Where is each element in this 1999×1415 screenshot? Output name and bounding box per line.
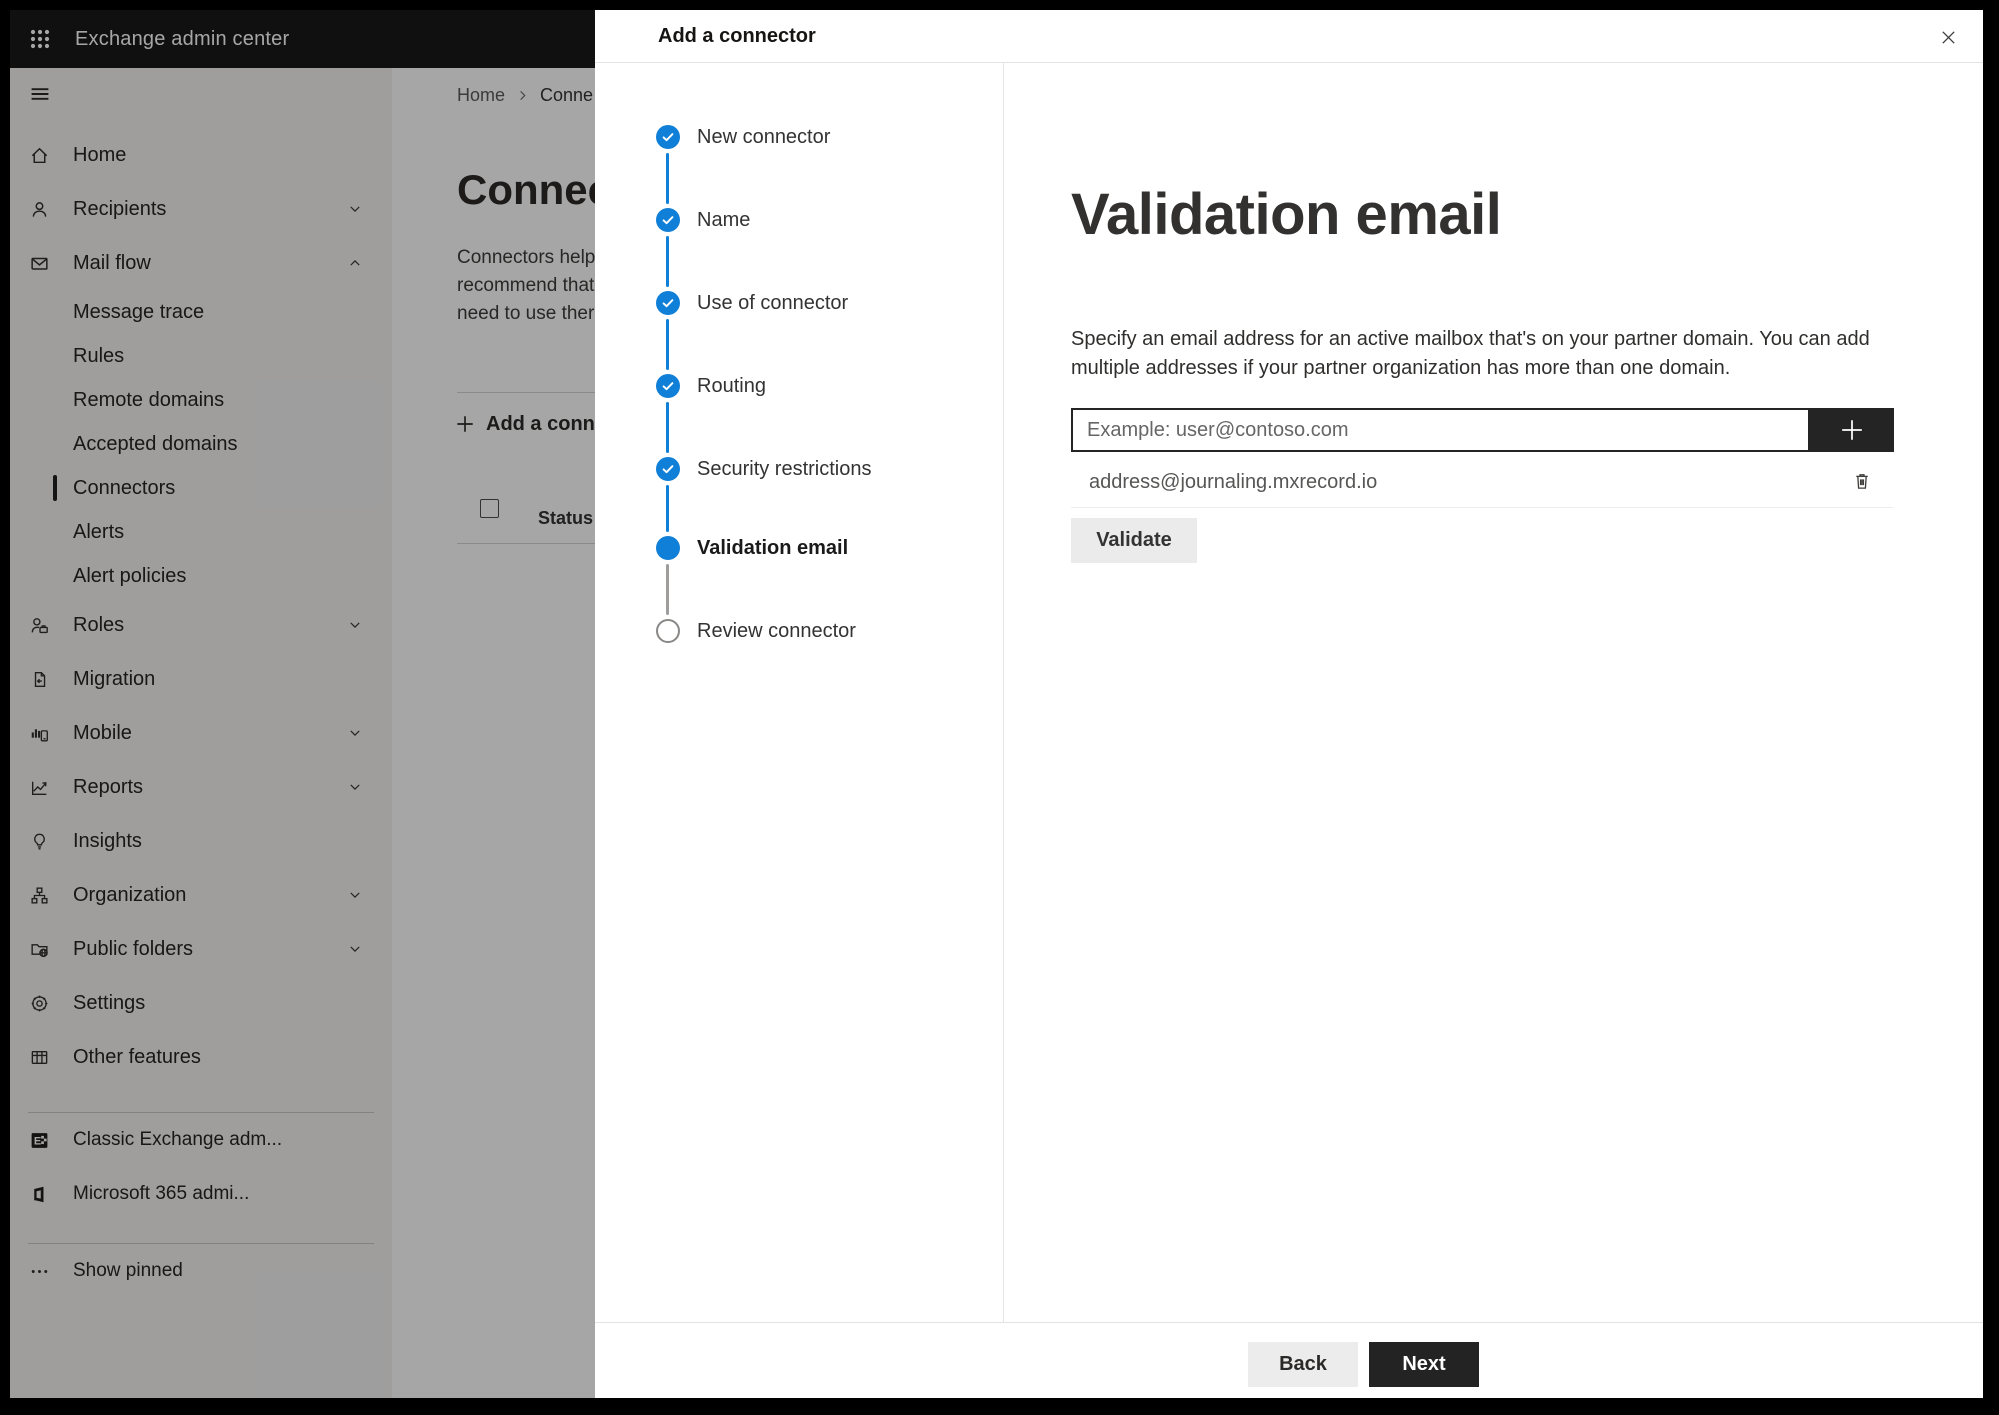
screenshot-root: Exchange admin center Home Recipients Ma… [0,0,1999,1415]
step-connector-line [666,564,669,615]
description-line: multiple addresses if your partner organ… [1071,357,1731,379]
step-complete-icon [656,208,680,232]
step-complete-icon [656,125,680,149]
step-new-connector[interactable]: New connector [697,124,830,150]
step-validation-email[interactable]: Validation email [697,535,848,561]
step-heading: Validation email [1071,182,1502,247]
check-icon [662,299,674,308]
step-complete-icon [656,457,680,481]
step-name[interactable]: Name [697,207,750,233]
wizard-step-content: Validation email Specify an email addres… [1005,63,1983,1322]
step-connector-line [666,485,669,532]
trash-icon [1856,474,1868,489]
step-current-icon [656,536,680,560]
email-address-input[interactable] [1071,408,1810,452]
panel-title: Add a connector [658,24,816,47]
step-review-connector[interactable]: Review connector [697,618,856,644]
panel-footer: Back Next [595,1322,1983,1398]
close-panel-button[interactable] [1935,24,1961,50]
add-connector-panel: Add a connector New connector Name Use o… [595,10,1983,1398]
next-button[interactable]: Next [1369,1342,1479,1387]
address-row-divider [1071,507,1893,508]
check-icon [662,465,674,474]
step-complete-icon [656,291,680,315]
step-connector-line [666,236,669,287]
check-icon [662,133,674,142]
step-description: Specify an email address for an active m… [1071,325,1870,383]
check-icon [662,216,674,225]
add-email-button[interactable] [1810,408,1894,452]
step-connector-line [666,153,669,204]
plus-icon [1842,420,1862,440]
description-line: Specify an email address for an active m… [1071,328,1870,350]
back-button[interactable]: Back [1248,1342,1358,1387]
wizard-steps: New connector Name Use of connector Rout… [595,63,1004,1322]
step-security-restrictions[interactable]: Security restrictions [697,456,872,482]
step-connector-line [666,319,669,370]
close-icon [1941,30,1955,44]
step-routing[interactable]: Routing [697,373,766,399]
delete-address-button[interactable] [1848,465,1876,497]
step-connector-line [666,402,669,453]
step-use-of-connector[interactable]: Use of connector [697,290,848,316]
panel-header: Add a connector [595,10,1983,63]
check-icon [662,382,674,391]
validation-address: address@journaling.mxrecord.io [1089,471,1378,493]
validate-button[interactable]: Validate [1071,518,1197,563]
step-complete-icon [656,374,680,398]
step-upcoming-icon [656,619,680,643]
app-window: Exchange admin center Home Recipients Ma… [10,10,1983,1398]
